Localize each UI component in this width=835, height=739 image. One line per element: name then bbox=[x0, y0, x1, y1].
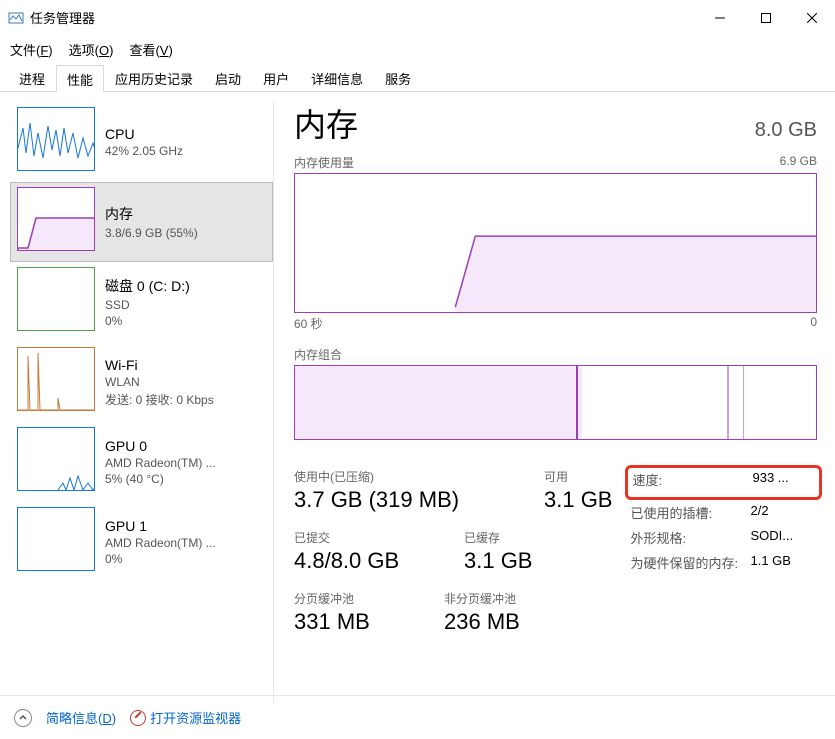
gpu1-thumbnail bbox=[17, 507, 95, 571]
tab-details[interactable]: 详细信息 bbox=[300, 64, 374, 91]
slots-label: 已使用的插槽: bbox=[630, 503, 750, 522]
reserved-value: 1.1 GB bbox=[750, 553, 790, 572]
slots-value: 2/2 bbox=[750, 503, 768, 522]
reserved-label: 为硬件保留的内存: bbox=[630, 553, 750, 572]
axis-left: 60 秒 bbox=[294, 315, 323, 332]
window-controls bbox=[697, 2, 835, 34]
usage-chart-max: 6.9 GB bbox=[780, 154, 817, 171]
sidebar-item-label: Wi-Fi bbox=[105, 357, 214, 373]
fewer-details-link[interactable]: 简略信息(D) bbox=[46, 708, 116, 727]
sidebar-item-gpu1[interactable]: GPU 1 AMD Radeon(TM) ... 0% bbox=[10, 502, 273, 582]
cached-label: 已缓存 bbox=[464, 529, 532, 546]
nonpaged-value: 236 MB bbox=[444, 609, 520, 635]
sidebar-item-label: 内存 bbox=[105, 204, 198, 224]
cached-value: 3.1 GB bbox=[464, 548, 532, 574]
main-panel: 内存 8.0 GB 内存使用量 6.9 GB 60 秒 0 内存组合 bbox=[274, 92, 835, 702]
form-value: SODI... bbox=[750, 528, 793, 547]
in-use-value: 3.7 GB (319 MB) bbox=[294, 487, 504, 513]
sidebar-item-label: GPU 1 bbox=[105, 518, 216, 534]
window-title: 任务管理器 bbox=[30, 8, 697, 27]
app-icon bbox=[8, 10, 24, 26]
speed-label: 速度: bbox=[632, 470, 752, 489]
sidebar-item-cpu[interactable]: CPU 42% 2.05 GHz bbox=[10, 102, 273, 182]
sidebar-item-disk[interactable]: 磁盘 0 (C: D:) SSD 0% bbox=[10, 262, 273, 342]
available-label: 可用 bbox=[544, 468, 612, 485]
axis-right: 0 bbox=[810, 315, 817, 332]
collapse-button[interactable] bbox=[14, 709, 32, 727]
titlebar: 任务管理器 bbox=[0, 0, 835, 36]
memory-composition-label: 内存组合 bbox=[294, 346, 817, 363]
wifi-thumbnail bbox=[17, 347, 95, 411]
sidebar-item-memory[interactable]: 内存 3.8/6.9 GB (55%) bbox=[10, 182, 273, 262]
memory-thumbnail bbox=[17, 187, 95, 251]
sidebar-item-label: CPU bbox=[105, 126, 183, 142]
committed-label: 已提交 bbox=[294, 529, 424, 546]
tab-performance[interactable]: 性能 bbox=[56, 65, 104, 92]
menubar: 文件(F) 选项(O) 查看(V) bbox=[0, 36, 835, 62]
nonpaged-label: 非分页缓冲池 bbox=[444, 590, 520, 607]
close-button[interactable] bbox=[789, 2, 835, 34]
cpu-thumbnail bbox=[17, 107, 95, 171]
page-title: 内存 bbox=[294, 100, 358, 146]
memory-composition-chart[interactable] bbox=[294, 365, 817, 440]
menu-file[interactable]: 文件(F) bbox=[10, 40, 53, 59]
open-resource-monitor-link[interactable]: 打开资源监视器 bbox=[150, 708, 241, 727]
sidebar-item-label: 磁盘 0 (C: D:) bbox=[105, 276, 190, 296]
menu-options[interactable]: 选项(O) bbox=[69, 40, 114, 59]
menu-view[interactable]: 查看(V) bbox=[129, 40, 172, 59]
bottom-bar: 简略信息(D) 打开资源监视器 bbox=[0, 695, 835, 739]
tab-users[interactable]: 用户 bbox=[252, 64, 300, 91]
sidebar: CPU 42% 2.05 GHz 内存 3.8/6.9 GB (55%) 磁盘 … bbox=[10, 102, 274, 702]
sidebar-item-wifi[interactable]: Wi-Fi WLAN 发送: 0 接收: 0 Kbps bbox=[10, 342, 273, 422]
in-use-label: 使用中(已压缩) bbox=[294, 468, 504, 485]
minimize-button[interactable] bbox=[697, 2, 743, 34]
sidebar-item-label: GPU 0 bbox=[105, 438, 216, 454]
maximize-button[interactable] bbox=[743, 2, 789, 34]
tab-startup[interactable]: 启动 bbox=[204, 64, 252, 91]
speed-highlight: 速度: 933 ... bbox=[625, 465, 822, 500]
tab-app-history[interactable]: 应用历史记录 bbox=[104, 64, 204, 91]
tab-processes[interactable]: 进程 bbox=[8, 64, 56, 91]
usage-chart-label: 内存使用量 bbox=[294, 154, 354, 171]
tab-services[interactable]: 服务 bbox=[374, 64, 422, 91]
tabs: 进程 性能 应用历史记录 启动 用户 详细信息 服务 bbox=[0, 64, 835, 92]
paged-label: 分页缓冲池 bbox=[294, 590, 404, 607]
paged-value: 331 MB bbox=[294, 609, 404, 635]
speed-value: 933 ... bbox=[752, 470, 788, 489]
memory-usage-chart[interactable] bbox=[294, 173, 817, 313]
form-label: 外形规格: bbox=[630, 528, 750, 547]
available-value: 3.1 GB bbox=[544, 487, 612, 513]
gpu0-thumbnail bbox=[17, 427, 95, 491]
committed-value: 4.8/8.0 GB bbox=[294, 548, 424, 574]
memory-total: 8.0 GB bbox=[755, 119, 817, 142]
sidebar-item-gpu0[interactable]: GPU 0 AMD Radeon(TM) ... 5% (40 °C) bbox=[10, 422, 273, 502]
resource-monitor-icon bbox=[130, 710, 146, 726]
disk-thumbnail bbox=[17, 267, 95, 331]
